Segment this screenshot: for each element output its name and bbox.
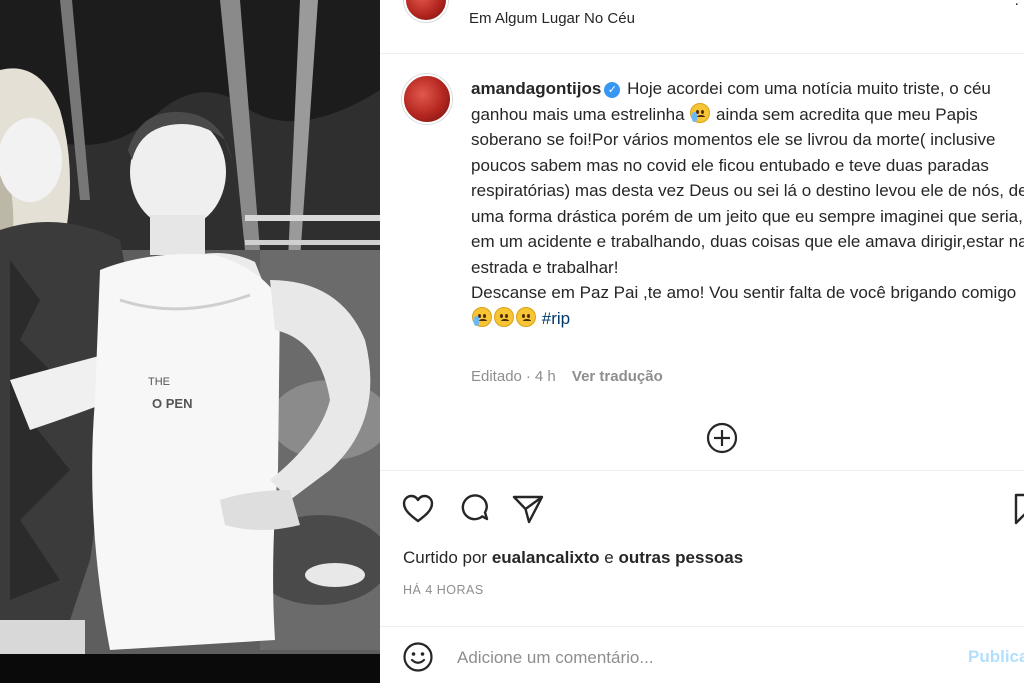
likes-others-link[interactable]: outras pessoas	[619, 548, 744, 567]
emoji-smiley-icon[interactable]	[402, 641, 434, 673]
caption-meta: Editado · 4 h Ver tradução	[471, 368, 663, 385]
photo-of-woman-and-man-image: THE O PEN	[0, 0, 380, 683]
svg-text:THE: THE	[148, 376, 170, 388]
comment-bar: Publicar	[380, 626, 1024, 683]
edited-label: Editado	[471, 368, 522, 385]
caption-text: amandagontijos ✓ Hoje acordei com uma not…	[471, 76, 1024, 331]
likes-prefix: Curtido por	[403, 548, 488, 567]
hashtag-link[interactable]: #rip	[542, 309, 570, 328]
caption-text-part-3: Descanse em Paz Pai ,te amo! Vou sentir …	[471, 283, 1017, 302]
save-bookmark-icon[interactable]	[1010, 491, 1024, 527]
liker-username[interactable]: eualancalixto	[492, 548, 600, 567]
pleading-face-emoji-icon	[516, 306, 536, 327]
comment-input[interactable]	[457, 645, 927, 671]
location-link[interactable]: Em Algum Lugar No Céu	[469, 10, 635, 27]
likes-conjunction: e	[604, 548, 614, 567]
publish-button[interactable]: Publicar	[968, 647, 1024, 667]
ellipsis-icon[interactable]: :	[1015, 0, 1020, 10]
crying-face-emoji-icon	[690, 102, 711, 123]
caption-age[interactable]: 4 h	[535, 368, 556, 385]
post-photo: THE O PEN	[0, 0, 380, 683]
crying-face-emoji-icon	[472, 306, 492, 327]
post-header: Em Algum Lugar No Céu :	[380, 0, 1024, 54]
post-details-panel: Em Algum Lugar No Céu : amandagontijos ✓ …	[380, 0, 1024, 683]
translate-button[interactable]: Ver tradução	[572, 368, 663, 385]
frowning-face-emoji-icon	[494, 306, 514, 327]
comment-bubble-icon[interactable]	[456, 491, 492, 527]
author-username[interactable]: amandagontijos	[471, 79, 601, 98]
photo-bottom-bar	[0, 654, 380, 683]
svg-text:O PEN: O PEN	[152, 396, 192, 411]
likes-summary: Curtido por eualancalixto e outras pesso…	[403, 548, 743, 568]
author-avatar[interactable]	[402, 74, 452, 124]
caption-text-part-2: ainda sem acredita que meu Papis soberan…	[471, 104, 1024, 277]
like-heart-icon[interactable]	[400, 491, 436, 527]
action-bar	[380, 470, 1024, 550]
author-avatar-header[interactable]	[404, 0, 448, 22]
post-timestamp[interactable]: HÁ 4 HORAS	[403, 583, 484, 597]
share-send-icon[interactable]	[510, 491, 546, 527]
load-more-comments-icon[interactable]	[705, 421, 739, 455]
meta-separator: ·	[525, 368, 531, 385]
verified-badge-icon: ✓	[604, 82, 621, 98]
